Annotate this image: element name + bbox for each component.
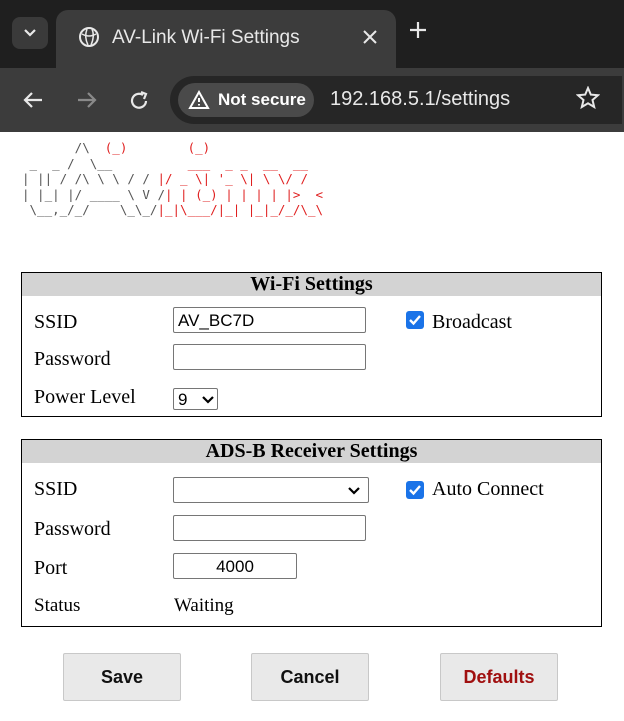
logo-line-right: | | (_) | | | | |> < [165, 186, 324, 202]
security-chip[interactable]: Not secure [178, 83, 314, 117]
close-icon[interactable] [361, 28, 379, 46]
wifi-settings-panel: Wi-Fi Settings SSID AV_BC7D Broadcast Pa… [21, 272, 602, 417]
broadcast-label: Broadcast [432, 311, 512, 333]
chevron-down-icon [348, 487, 360, 495]
broadcast-checkbox[interactable] [406, 311, 424, 329]
back-arrow-icon[interactable] [22, 90, 44, 110]
wifi-password-label: Password [34, 348, 111, 370]
wifi-settings-title: Wi-Fi Settings [22, 273, 601, 296]
adsb-password-input[interactable] [173, 515, 366, 541]
chevron-down-icon [202, 396, 214, 404]
cancel-button[interactable]: Cancel [251, 653, 369, 701]
forward-arrow-icon[interactable] [76, 90, 98, 110]
logo-line-left: | |_| |/ ____ \ V / [22, 186, 165, 202]
adsb-ssid-select[interactable] [173, 477, 369, 503]
logo-line-left: | || / /\ \ \ / / [22, 171, 150, 186]
adsb-settings-title: ADS-B Receiver Settings [22, 440, 601, 463]
auto-connect-checkbox[interactable] [406, 481, 424, 499]
warning-icon [188, 90, 210, 109]
power-level-value: 9 [178, 390, 188, 409]
tab-title: AV-Link Wi-Fi Settings [112, 27, 300, 48]
power-level-select[interactable]: 9 [173, 388, 218, 410]
adsb-ssid-label: SSID [34, 478, 78, 500]
logo-line-left: _ _ / \__ [22, 155, 113, 171]
reload-icon[interactable] [128, 90, 150, 112]
status-value: Waiting [174, 595, 234, 616]
wifi-ssid-label: SSID [34, 311, 78, 333]
av-link-ascii-logo: /\ (_) (_) _ _ / \__ ___ _ _ __ __ | || … [22, 140, 323, 218]
browser-toolbar: Not secure 192.168.5.1/settings [0, 68, 624, 132]
power-level-label: Power Level [34, 386, 136, 408]
chevron-down-icon [24, 29, 36, 37]
browser-tab-strip: AV-Link Wi-Fi Settings [0, 0, 624, 68]
logo-line-right: |_|\___/|_| |_|_/_/\_\ [157, 202, 324, 217]
address-bar[interactable]: Not secure 192.168.5.1/settings [170, 76, 622, 124]
logo-line-left: \__,_/_/ \_\_/ [22, 202, 158, 217]
logo-line-right: |/ _ \| '_ \| \ \/ / [149, 171, 308, 186]
save-button[interactable]: Save [63, 653, 181, 701]
logo-line-right: ___ _ _ __ __ [112, 155, 308, 171]
wifi-ssid-input[interactable]: AV_BC7D [173, 307, 366, 333]
checkmark-icon [409, 485, 421, 496]
security-chip-label: Not secure [218, 90, 306, 109]
adsb-settings-panel: ADS-B Receiver Settings SSID Auto Connec… [21, 439, 602, 627]
logo-line-left: /\ [22, 140, 90, 155]
new-tab-icon[interactable] [408, 20, 428, 40]
logo-line-right: (_) (_) [89, 140, 211, 155]
tab-search-dropdown-button[interactable] [12, 17, 48, 49]
adsb-password-label: Password [34, 518, 111, 540]
port-label: Port [34, 557, 68, 579]
globe-icon [79, 27, 99, 47]
defaults-button[interactable]: Defaults [440, 653, 558, 701]
wifi-password-input[interactable] [173, 344, 366, 370]
browser-tab[interactable]: AV-Link Wi-Fi Settings [56, 10, 396, 68]
port-input[interactable]: 4000 [173, 553, 297, 579]
auto-connect-label: Auto Connect [432, 478, 544, 500]
checkmark-icon [409, 315, 421, 326]
bookmark-star-icon[interactable] [576, 86, 600, 110]
status-label: Status [34, 595, 81, 616]
url-text: 192.168.5.1/settings [330, 88, 511, 110]
